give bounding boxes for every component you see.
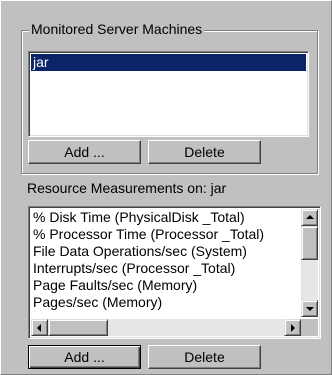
horizontal-scrollbar[interactable] [31, 319, 301, 336]
vertical-scroll-thumb[interactable] [301, 226, 318, 260]
measurement-item[interactable]: Interrupts/sec (Processor _Total) [31, 260, 295, 277]
add-measurement-button[interactable]: Add ... [28, 345, 141, 369]
arrow-down-icon [306, 307, 314, 311]
resource-measurements-label: Resource Measurements on: jar [27, 180, 227, 196]
measurement-item[interactable]: Pages/sec (Memory) [31, 294, 295, 311]
delete-measurement-button[interactable]: Delete [148, 345, 261, 369]
measurements-items: % Disk Time (PhysicalDisk _Total) % Proc… [31, 209, 295, 317]
server-machines-list[interactable]: jar [28, 51, 309, 137]
delete-server-button[interactable]: Delete [148, 140, 261, 164]
scroll-left-button[interactable] [31, 319, 48, 336]
monitored-servers-group-label: Monitored Server Machines [29, 20, 205, 38]
arrow-up-icon [306, 215, 314, 219]
measurement-item[interactable]: % Disk Time (PhysicalDisk _Total) [31, 209, 295, 226]
scroll-up-button[interactable] [301, 209, 318, 226]
add-server-button[interactable]: Add ... [28, 140, 141, 164]
measurement-item[interactable]: Page Faults/sec (Memory) [31, 277, 295, 294]
arrow-right-icon [291, 324, 295, 332]
server-list-item[interactable]: jar [31, 54, 306, 71]
scroll-right-button[interactable] [284, 319, 301, 336]
horizontal-scroll-thumb[interactable] [48, 319, 108, 336]
measurement-item[interactable]: File Data Operations/sec (System) [31, 243, 295, 260]
scroll-down-button[interactable] [301, 300, 318, 317]
resource-measurements-list[interactable]: % Disk Time (PhysicalDisk _Total) % Proc… [28, 206, 321, 339]
arrow-left-icon [37, 324, 41, 332]
measurement-item[interactable]: % Processor Time (Processor _Total) [31, 226, 295, 243]
vertical-scrollbar[interactable] [301, 209, 318, 317]
scrollbar-corner [301, 319, 318, 336]
